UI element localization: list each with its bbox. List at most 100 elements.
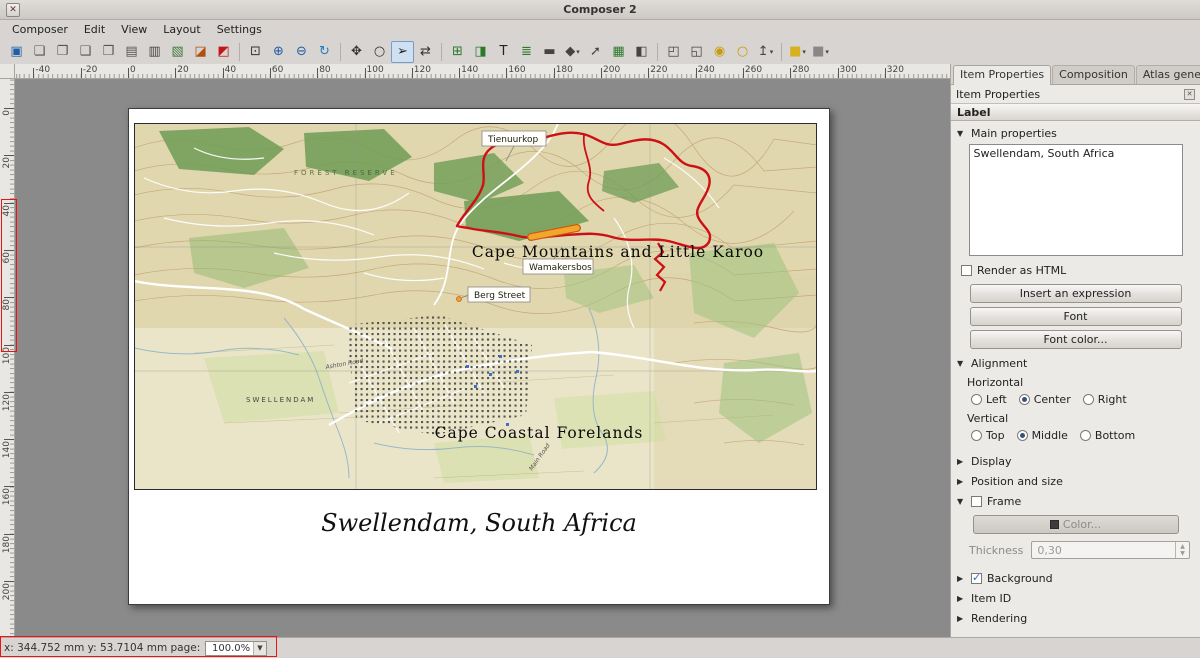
add-html-frame-button[interactable]: ◧: [630, 41, 653, 63]
radio-align-middle[interactable]: Middle: [1017, 429, 1068, 442]
ruler-number: 100: [367, 65, 384, 75]
unlock-all-icon: ○: [737, 42, 748, 62]
refresh-view-button[interactable]: ↻: [313, 41, 336, 63]
spinner-arrows-icon[interactable]: ▲▼: [1175, 542, 1189, 558]
export-image-button[interactable]: ▧: [166, 41, 189, 63]
insert-expression-button[interactable]: Insert an expression: [970, 284, 1182, 303]
page-title-label[interactable]: Swellendam, South Africa: [129, 509, 829, 537]
unlock-all-button[interactable]: ○: [731, 41, 754, 63]
menu-edit[interactable]: Edit: [76, 21, 113, 38]
pan-tool-button[interactable]: ✥: [345, 41, 368, 63]
canvas-area: -40-200204060801001201401601802002202402…: [0, 64, 950, 637]
tab-composition[interactable]: Composition: [1052, 65, 1135, 84]
composition-page[interactable]: FOREST RESERVE SWELLENDAM Ashton Road Ma…: [128, 108, 830, 605]
collapse-open-icon: ▼: [957, 129, 966, 138]
ungroup-items-button[interactable]: ◱: [685, 41, 708, 63]
render-as-html-checkbox[interactable]: Render as HTML: [951, 260, 1200, 280]
zoom-full-button[interactable]: ⊡: [244, 41, 267, 63]
item-type-header: Label: [951, 103, 1200, 121]
ruler-number: 0: [130, 65, 136, 75]
add-shape-button[interactable]: ◆▾: [561, 41, 584, 63]
zoom-in-button[interactable]: ⊕: [267, 41, 290, 63]
ruler-number: 200: [2, 583, 12, 600]
zoom-tool-button[interactable]: ○: [368, 41, 391, 63]
add-scalebar-button[interactable]: ▬: [538, 41, 561, 63]
stroke-color-button[interactable]: ■▾: [809, 41, 832, 63]
move-item-content-icon: ⇄: [420, 42, 431, 62]
duplicate-composer-button[interactable]: ❐: [51, 41, 74, 63]
group-items-button[interactable]: ◰: [662, 41, 685, 63]
add-arrow-button[interactable]: ➚: [584, 41, 607, 63]
ruler-number: 80: [2, 299, 12, 310]
new-composer-button[interactable]: ❏: [28, 41, 51, 63]
ruler-number: 20: [177, 65, 188, 75]
font-button[interactable]: Font: [970, 307, 1182, 326]
composer-manager-button[interactable]: ❑: [74, 41, 97, 63]
section-alignment[interactable]: ▼ Alignment: [951, 353, 1200, 373]
raise-items-button[interactable]: ↥▾: [754, 41, 777, 63]
section-background[interactable]: ▶ Background: [951, 568, 1200, 588]
tab-item-properties[interactable]: Item Properties: [953, 65, 1051, 85]
fill-color-button[interactable]: ■▾: [786, 41, 809, 63]
thickness-spinbox[interactable]: 0,30 ▲▼: [1031, 541, 1190, 559]
export-pdf-button[interactable]: ◩: [212, 41, 235, 63]
select-move-item-button[interactable]: ➢: [391, 41, 414, 63]
save-project-button[interactable]: ▣: [5, 41, 28, 63]
swellendam-label: SWELLENDAM: [246, 396, 315, 404]
add-image-button[interactable]: ◨: [469, 41, 492, 63]
background-checkbox-icon[interactable]: [971, 573, 982, 584]
add-attribute-table-button[interactable]: ▦: [607, 41, 630, 63]
menu-composer[interactable]: Composer: [4, 21, 76, 38]
frame-color-button[interactable]: Color...: [973, 515, 1179, 534]
section-position-and-size[interactable]: ▶ Position and size: [951, 471, 1200, 491]
radio-align-right[interactable]: Right: [1083, 393, 1127, 406]
radio-align-top[interactable]: Top: [971, 429, 1005, 442]
radio-align-center[interactable]: Center: [1019, 393, 1071, 406]
composer-canvas[interactable]: FOREST RESERVE SWELLENDAM Ashton Road Ma…: [15, 79, 950, 637]
section-item-id[interactable]: ▶ Item ID: [951, 588, 1200, 608]
load-from-template-button[interactable]: ❒: [97, 41, 120, 63]
fill-color-icon: ■: [789, 42, 801, 62]
section-frame[interactable]: ▼ Frame: [951, 491, 1200, 511]
label-text-input[interactable]: Swellendam, South Africa: [969, 144, 1183, 256]
menu-view[interactable]: View: [113, 21, 155, 38]
ruler-number: 20: [2, 157, 12, 168]
add-image-icon: ◨: [474, 42, 486, 62]
print-button[interactable]: ▥: [143, 41, 166, 63]
zoom-level-combo[interactable]: 100.0% ▼: [205, 641, 267, 656]
add-label-button[interactable]: T: [492, 41, 515, 63]
window-close-icon[interactable]: ✕: [6, 3, 20, 17]
radio-align-bottom[interactable]: Bottom: [1080, 429, 1135, 442]
chevron-down-icon[interactable]: ▼: [253, 642, 266, 655]
frame-checkbox-icon[interactable]: [971, 496, 982, 507]
section-rendering[interactable]: ▶ Rendering: [951, 608, 1200, 628]
font-color-button[interactable]: Font color...: [970, 330, 1182, 349]
radio-icon: [971, 430, 982, 441]
collapse-closed-icon: ▶: [957, 457, 966, 466]
menu-layout[interactable]: Layout: [155, 21, 208, 38]
zoom-out-button[interactable]: ⊖: [290, 41, 313, 63]
section-main-properties[interactable]: ▼ Main properties: [951, 123, 1200, 143]
menu-settings[interactable]: Settings: [209, 21, 270, 38]
map-item[interactable]: FOREST RESERVE SWELLENDAM Ashton Road Ma…: [134, 123, 817, 490]
panel-close-icon[interactable]: ✕: [1184, 89, 1195, 100]
add-legend-button[interactable]: ≣: [515, 41, 538, 63]
export-svg-button[interactable]: ◪: [189, 41, 212, 63]
radio-align-left[interactable]: Left: [971, 393, 1007, 406]
section-label: Item ID: [971, 592, 1011, 605]
lock-items-button[interactable]: ◉: [708, 41, 731, 63]
zoom-full-icon: ⊡: [250, 42, 261, 62]
tab-atlas-generation[interactable]: Atlas generation: [1136, 65, 1200, 84]
toolbar-separator: [340, 43, 341, 61]
zoom-value: 100.0%: [206, 643, 253, 654]
section-label: Main properties: [971, 127, 1057, 140]
ruler-number: 160: [508, 65, 525, 75]
save-as-template-button[interactable]: ▤: [120, 41, 143, 63]
add-map-button[interactable]: ⊞: [446, 41, 469, 63]
move-item-content-button[interactable]: ⇄: [414, 41, 437, 63]
section-display[interactable]: ▶ Display: [951, 451, 1200, 471]
collapse-open-icon: ▼: [957, 359, 966, 368]
raise-items-icon: ↥: [758, 42, 769, 62]
vertical-alignment-group: Top Middle Bottom: [951, 427, 1200, 445]
ruler-number: -20: [83, 65, 98, 75]
